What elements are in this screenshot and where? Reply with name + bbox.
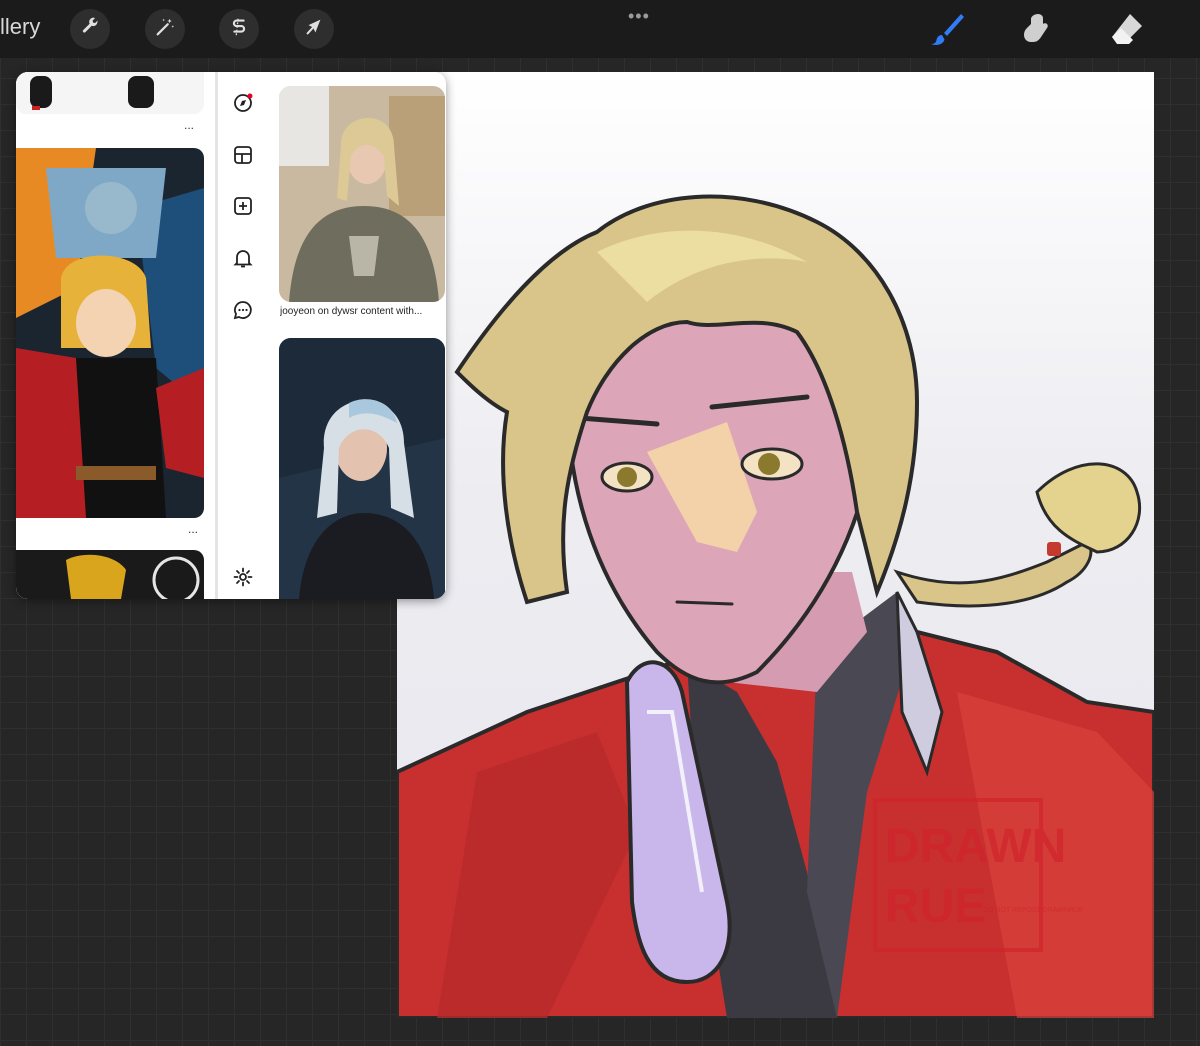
artwork: DRAWN RUE DO NOT REPOST DRAWNRUE xyxy=(397,194,1154,1018)
pin-caption[interactable]: jooyeon on dywsr content with... xyxy=(280,306,446,317)
pin-image-person-blue[interactable] xyxy=(279,338,445,599)
brush-icon xyxy=(928,14,966,52)
settings-icon[interactable] xyxy=(232,566,254,588)
brush-tool-button[interactable] xyxy=(928,10,966,48)
pin-column-right: jooyeon on dywsr content with... xyxy=(270,72,446,599)
more-options-button[interactable]: ••• xyxy=(628,6,650,27)
pin-more-button-2[interactable]: ... xyxy=(188,522,198,536)
transform-button[interactable] xyxy=(294,9,334,49)
pin-image-partial-bottom[interactable] xyxy=(16,550,204,599)
drawing-canvas[interactable]: DRAWN RUE DO NOT REPOST DRAWNRUE xyxy=(397,72,1154,1018)
pin-image-person-hoodie[interactable] xyxy=(279,86,445,302)
svg-text:RUE: RUE xyxy=(885,880,986,933)
create-icon[interactable] xyxy=(232,195,254,217)
gallery-button[interactable]: llery xyxy=(0,14,40,40)
eraser-tool-button[interactable] xyxy=(1108,10,1146,48)
eraser-icon xyxy=(1108,14,1146,52)
smudge-icon xyxy=(1018,14,1056,52)
magic-wand-icon xyxy=(154,16,176,43)
adjustments-button[interactable] xyxy=(145,9,185,49)
reference-window[interactable]: ... ... jooyeon on dywsr content with... xyxy=(16,72,446,599)
smudge-tool-button[interactable] xyxy=(1018,10,1056,48)
svg-text:DO NOT REPOST DRAWNRUE: DO NOT REPOST DRAWNRUE xyxy=(983,907,1084,914)
actions-button[interactable] xyxy=(70,9,110,49)
pinterest-sidebar xyxy=(218,72,270,599)
pin-more-button[interactable]: ... xyxy=(184,118,194,132)
transform-arrow-icon xyxy=(303,16,325,43)
pin-column-left: ... ... xyxy=(16,72,216,599)
selection-s-icon xyxy=(228,16,250,43)
explore-icon[interactable] xyxy=(232,92,254,114)
svg-text:DRAWN: DRAWN xyxy=(885,820,1066,873)
pin-image-partial-top[interactable] xyxy=(16,72,204,114)
wrench-icon xyxy=(79,16,101,43)
pin-image-fma-poster[interactable] xyxy=(16,148,204,518)
top-toolbar: llery ••• xyxy=(0,0,1200,58)
notifications-icon[interactable] xyxy=(232,247,254,269)
selection-button[interactable] xyxy=(219,9,259,49)
messages-icon[interactable] xyxy=(232,299,254,321)
boards-icon[interactable] xyxy=(232,144,254,166)
